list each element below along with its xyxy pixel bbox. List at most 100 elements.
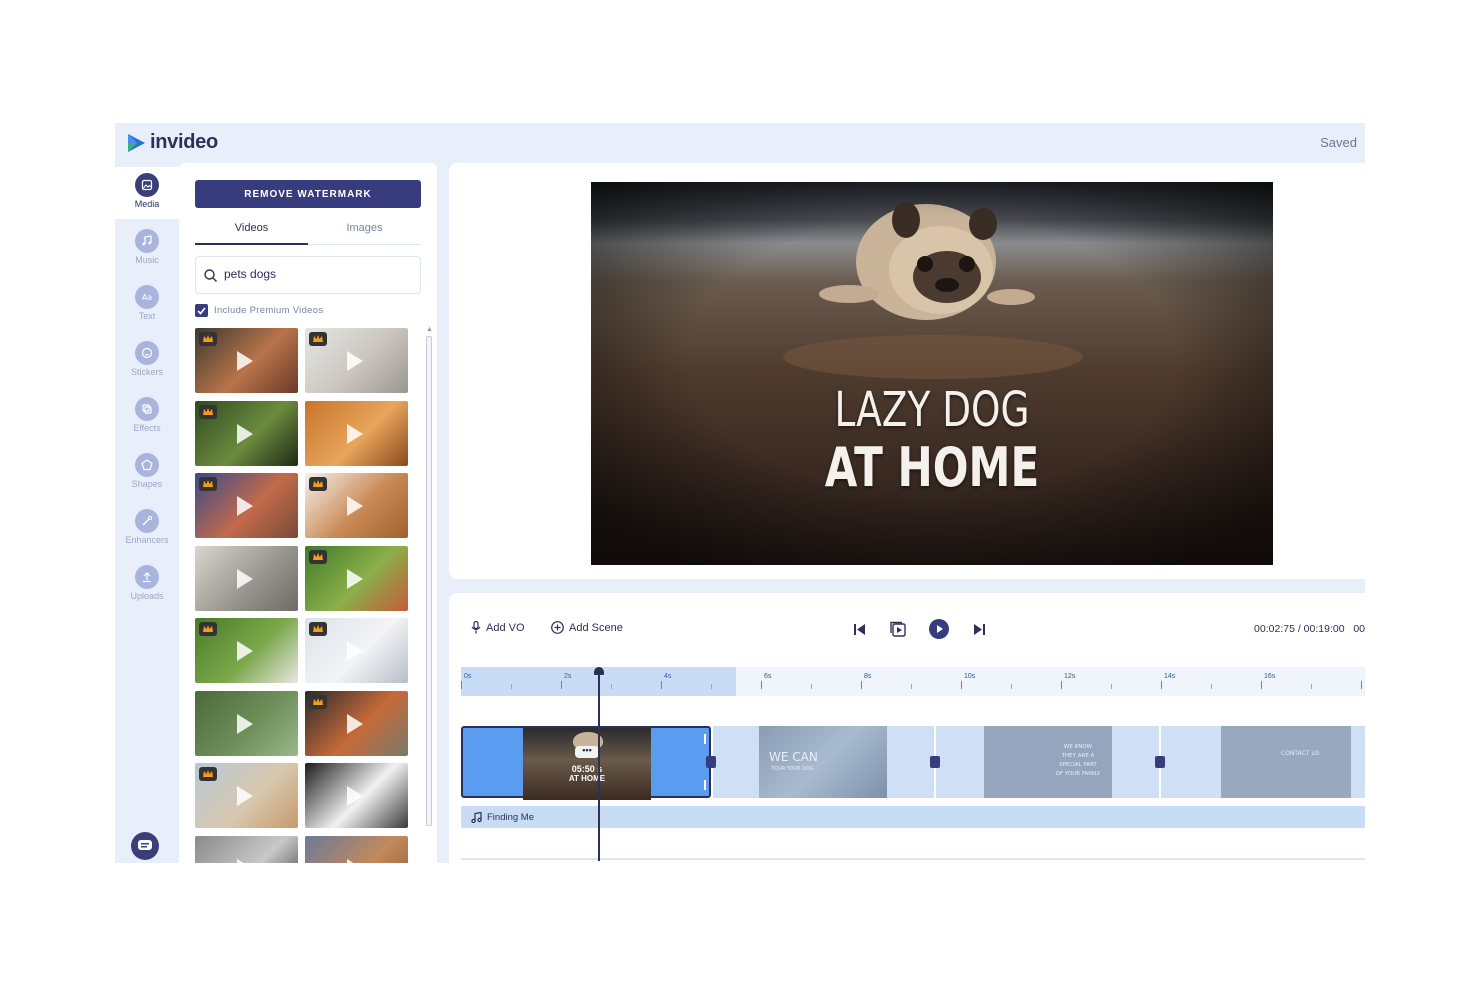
scroll-up-icon[interactable]: ▲ (426, 326, 433, 333)
video-thumbnail[interactable] (195, 835, 298, 863)
premium-crown-icon (199, 622, 217, 636)
video-thumbnail[interactable] (305, 400, 408, 466)
transition-handle-icon[interactable] (706, 756, 716, 768)
audio-track-name: Finding Me (487, 811, 534, 823)
video-thumbnail[interactable] (305, 618, 408, 683)
media-tabs: Videos Images (195, 215, 421, 245)
skip-forward-icon[interactable] (974, 624, 985, 635)
video-thumbnail[interactable] (305, 690, 408, 756)
play-icon (237, 351, 253, 371)
scene-2-thumbnail: WE CAN TOUR YOUR DOG (759, 726, 887, 798)
play-icon (347, 858, 363, 863)
rail-item-label: Enhancers (125, 535, 169, 545)
scene-1-thumbnail: ••• 05:50 s AT HOME (523, 728, 651, 800)
chat-button[interactable] (131, 832, 159, 860)
rail-item-stickers[interactable]: Stickers (115, 335, 179, 387)
video-thumbnail[interactable] (305, 473, 408, 538)
video-thumbnail[interactable] (195, 618, 298, 683)
logo[interactable]: invideo (125, 131, 218, 154)
audio-track[interactable]: Finding Me (461, 806, 1365, 828)
scene-3-line-4: OF YOUR FAMILY (1055, 771, 1101, 777)
playhead-handle[interactable] (594, 667, 604, 675)
play-icon (347, 351, 363, 371)
rail-item-music[interactable]: Music (115, 223, 179, 275)
chat-icon (138, 840, 152, 850)
transition-handle-icon[interactable] (930, 756, 940, 768)
microphone-icon (471, 621, 481, 634)
ruler-tick-label: 12s (1064, 673, 1076, 680)
playhead[interactable] (598, 671, 600, 861)
rail-item-text[interactable]: Aa Text (115, 279, 179, 331)
scene-3-thumbnail: WE KNOW THEY ARE A SPECIAL PART OF YOUR … (984, 726, 1112, 798)
trim-handle-top[interactable] (704, 734, 706, 744)
checkbox-checked-icon[interactable] (195, 304, 208, 317)
video-thumbnail[interactable] (305, 328, 408, 393)
rail-item-enhancers[interactable]: Enhancers (115, 503, 179, 555)
rail-item-effects[interactable]: Effects (115, 391, 179, 443)
video-thumbnail[interactable] (195, 690, 298, 756)
search-input[interactable] (224, 267, 404, 281)
ruler-major-tick (561, 681, 562, 689)
video-thumbnail[interactable] (195, 400, 298, 466)
play-icon (237, 496, 253, 516)
trim-handle-bottom[interactable] (704, 780, 706, 790)
play-button[interactable] (929, 619, 949, 639)
time-overflow: 00 (1353, 623, 1365, 635)
include-premium-toggle[interactable]: Include Premium Videos (195, 304, 323, 317)
sticker-icon (135, 341, 159, 365)
scrollbar-track[interactable] (426, 336, 432, 826)
add-vo-label: Add VO (486, 621, 525, 634)
media-panel: REMOVE WATERMARK Videos Images Include P… (179, 163, 437, 863)
remove-watermark-button[interactable]: REMOVE WATERMARK (195, 180, 421, 208)
rail-item-media[interactable]: Media (115, 167, 179, 219)
video-thumbnail[interactable] (195, 763, 298, 828)
premium-crown-icon (199, 332, 217, 346)
scene-1-duration: 05:50 s (571, 764, 603, 774)
scene-1[interactable]: ••• 05:50 s AT HOME (461, 726, 711, 800)
scene-4[interactable]: CONTACT US (1161, 726, 1365, 798)
video-title-line-2: AT HOME (824, 436, 1040, 499)
premium-crown-icon (309, 477, 327, 491)
rail-item-shapes[interactable]: Shapes (115, 447, 179, 499)
video-thumbnail[interactable] (195, 328, 298, 393)
rail-item-label: Music (135, 255, 159, 265)
premium-crown-icon (199, 767, 217, 781)
video-thumbnail[interactable] (305, 763, 408, 828)
video-thumbnail[interactable] (195, 473, 298, 538)
preview-area: LAZY DOG AT HOME (449, 163, 1365, 579)
preview-scene-icon[interactable] (890, 621, 906, 637)
add-scene-button[interactable]: Add Scene (551, 621, 623, 634)
tab-videos[interactable]: Videos (195, 215, 308, 245)
save-status: Saved (1320, 135, 1357, 150)
scene-2[interactable]: WE CAN TOUR YOUR DOG (713, 726, 934, 798)
tab-images[interactable]: Images (308, 215, 421, 245)
scene-4-thumbnail: CONTACT US (1221, 726, 1351, 798)
video-thumbnail[interactable] (305, 835, 408, 863)
ruler-tick-label: 8s (864, 673, 872, 680)
rail-item-label: Shapes (131, 479, 163, 489)
pug-image (591, 182, 1273, 565)
shape-icon (135, 453, 159, 477)
ruler-major-tick (461, 681, 462, 689)
play-icon (237, 568, 253, 589)
video-preview[interactable]: LAZY DOG AT HOME (591, 182, 1273, 565)
video-thumbnail[interactable] (305, 545, 408, 611)
rail-item-label: Text (138, 311, 156, 321)
ruler-major-tick (761, 681, 762, 689)
skip-back-icon[interactable] (854, 624, 865, 635)
scene-3[interactable]: WE KNOW THEY ARE A SPECIAL PART OF YOUR … (936, 726, 1159, 798)
app-name: invideo (150, 131, 218, 153)
more-options-icon[interactable]: ••• (575, 746, 599, 758)
play-icon (347, 496, 363, 516)
play-icon (347, 423, 363, 444)
text-icon: Aa (135, 285, 159, 309)
transition-handle-icon[interactable] (1155, 756, 1165, 768)
play-icon (347, 786, 363, 806)
results-scrollbar[interactable]: ▲ (425, 326, 433, 863)
invideo-logo-icon (128, 133, 145, 152)
add-vo-button[interactable]: Add VO (471, 621, 525, 634)
scene-3-line-3: SPECIAL PART (1059, 762, 1097, 768)
video-thumbnail[interactable] (195, 545, 298, 611)
rail-item-uploads[interactable]: Uploads (115, 559, 179, 611)
ruler-minor-tick (511, 684, 512, 689)
